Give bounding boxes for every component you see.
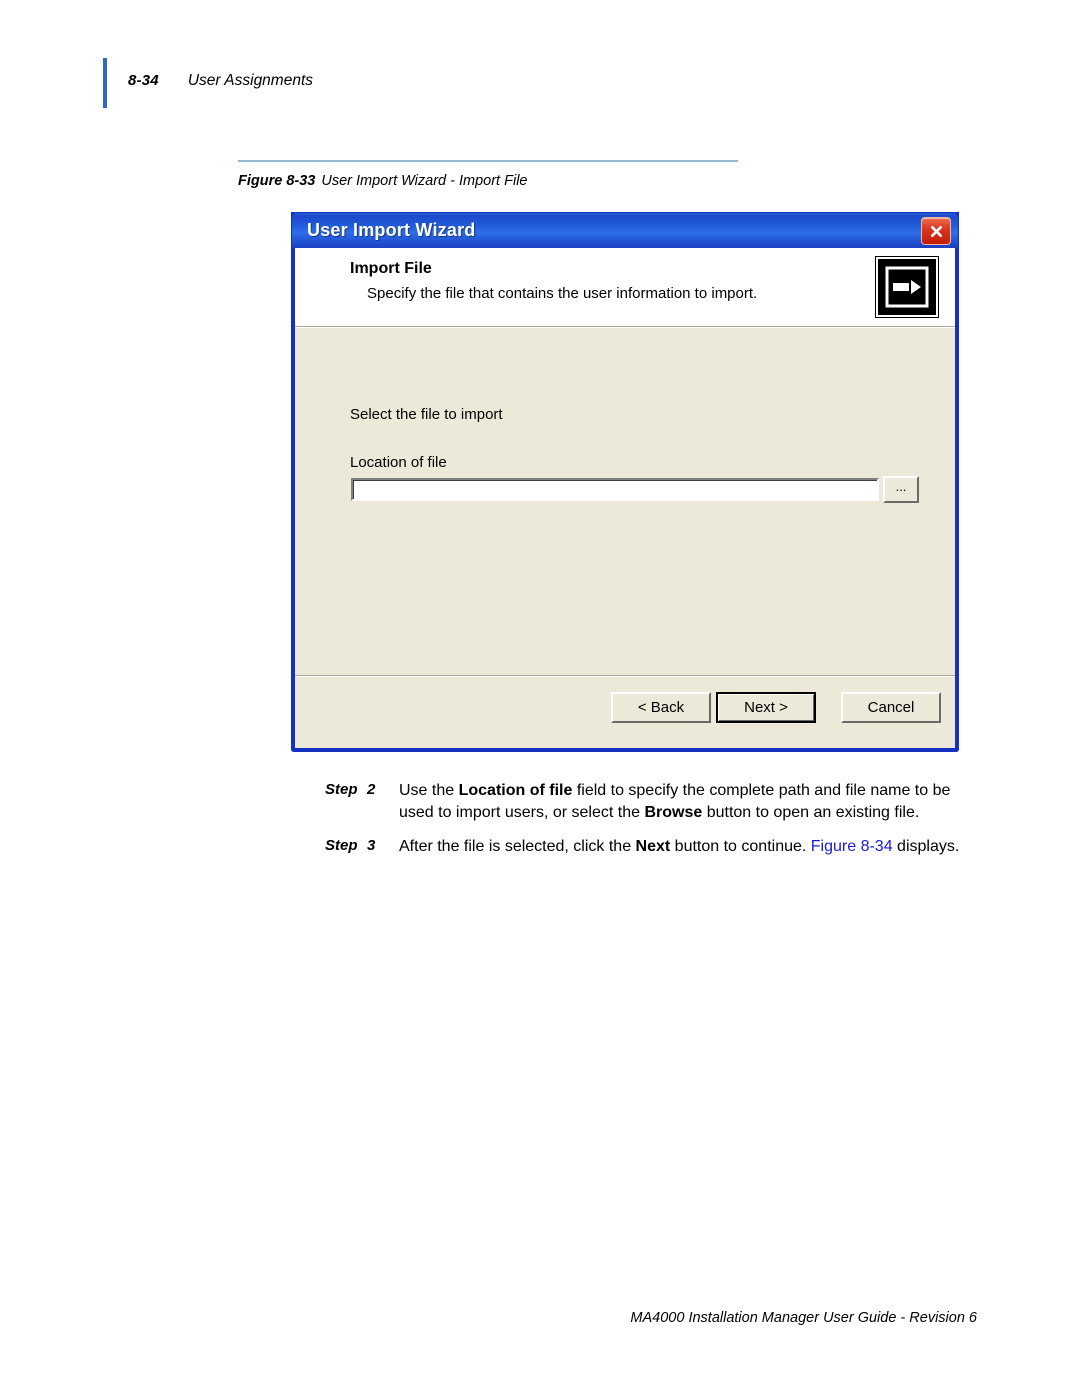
select-file-label: Select the file to import <box>350 406 503 423</box>
page-folio: 8-34 <box>128 72 159 89</box>
step-list: Step 2 Use the Location of file field to… <box>325 780 975 870</box>
wizard-button-row: < Back Next > Cancel <box>611 692 941 723</box>
figure-title: User Import Wizard - Import File <box>321 173 528 189</box>
back-button[interactable]: < Back <box>611 692 711 723</box>
step-label: Step <box>325 837 358 854</box>
next-button[interactable]: Next > <box>716 692 816 723</box>
wizard-header-title: Import File <box>350 260 432 277</box>
dialog-title: User Import Wizard <box>307 220 476 240</box>
wizard-header: Import File Specify the file that contai… <box>295 248 955 327</box>
step-body: After the file is selected, click the Ne… <box>399 838 960 855</box>
figure-label: Figure 8-33 <box>238 173 316 189</box>
running-head-title: User Assignments <box>187 72 314 89</box>
page-running-head: 8-34 User Assignments <box>103 58 313 108</box>
step-item: Step 3 After the file is selected, click… <box>325 836 975 858</box>
figure-caption: Figure 8-33 User Import Wizard - Import F… <box>238 173 738 189</box>
location-of-file-input[interactable] <box>351 478 879 501</box>
cancel-button[interactable]: Cancel <box>841 692 941 723</box>
dialog-titlebar: User Import Wizard <box>291 212 959 248</box>
header-accent-bar <box>103 58 107 108</box>
figure-caption-block: Figure 8-33 User Import Wizard - Import F… <box>238 160 738 189</box>
step-number: 3 <box>367 837 376 854</box>
caption-divider <box>238 160 738 162</box>
wizard-footer: < Back Next > Cancel <box>295 675 955 748</box>
user-import-wizard-dialog: User Import Wizard Import File Specify t… <box>291 212 959 752</box>
page-footer: MA4000 Installation Manager User Guide -… <box>630 1310 977 1326</box>
step-item: Step 2 Use the Location of file field to… <box>325 780 975 824</box>
browse-button[interactable]: ... <box>883 476 919 503</box>
step-label: Step <box>325 781 358 798</box>
arrow-right-icon <box>876 257 938 317</box>
step-number: 2 <box>367 781 376 798</box>
close-icon[interactable] <box>921 217 951 245</box>
wizard-header-subtitle: Specify the file that contains the user … <box>367 285 758 302</box>
location-of-file-label: Location of file <box>350 454 447 471</box>
step-body: Use the Location of file field to specif… <box>399 782 951 821</box>
wizard-body: Select the file to import Location of fi… <box>295 327 955 674</box>
